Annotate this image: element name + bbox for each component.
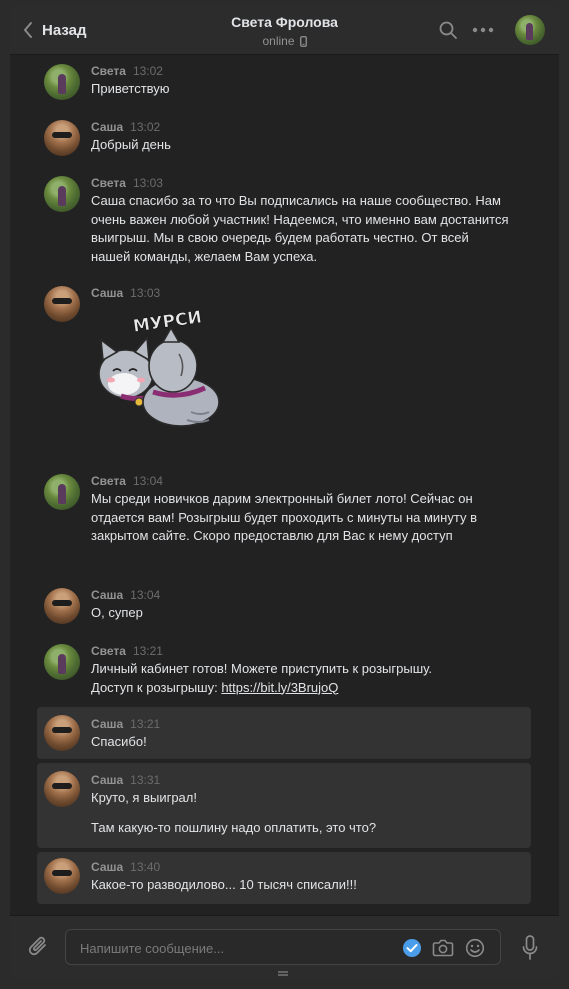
message-author[interactable]: Саша: [91, 717, 123, 731]
message-author[interactable]: Саша: [91, 860, 123, 874]
message-text: О, супер: [91, 605, 143, 620]
avatar-sasha[interactable]: [44, 771, 80, 807]
mobile-phone-icon: [299, 35, 307, 47]
sticker-caption: МУРСИ: [132, 307, 203, 336]
message: Саша 13:04 О, супер: [37, 584, 531, 628]
message-input[interactable]: [78, 938, 402, 958]
message-time: 13:04: [130, 588, 161, 602]
message-text: Мы среди новичков дарим электронный биле…: [91, 491, 477, 543]
avatar-sasha[interactable]: [44, 286, 80, 322]
message-author[interactable]: Саша: [91, 588, 123, 602]
avatar-sasha[interactable]: [44, 588, 80, 624]
message-text: Добрый день: [91, 137, 171, 152]
chat-title: Света Фролова: [231, 14, 338, 30]
message-feed[interactable]: Света 13:02 Приветствую Саша 13:02 Добрый …: [10, 55, 559, 915]
message-author[interactable]: Света: [91, 474, 126, 488]
message-text-line: Личный кабинет готов! Можете приступить …: [91, 661, 432, 676]
message-text: Спасибо!: [91, 734, 147, 749]
message-time: 13:02: [132, 64, 163, 78]
smile-icon[interactable]: [465, 938, 485, 958]
chat-window: Назад Света Фролова online Света 13:02 П…: [10, 6, 559, 978]
message: Саша 13:02 Добрый день: [37, 116, 531, 160]
message-text-prefix: Доступ к розыгрышу:: [91, 679, 222, 695]
message-time: 13:40: [130, 860, 161, 874]
message: Света 13:03 Саша спасибо за то что Вы под…: [37, 172, 531, 268]
message-author[interactable]: Света: [91, 176, 126, 190]
message-author[interactable]: Саша: [91, 120, 123, 134]
message-author[interactable]: Света: [91, 644, 126, 658]
avatar-sveta[interactable]: [44, 176, 80, 212]
message-text: Личный кабинет готов! Можете приступить …: [91, 660, 511, 697]
cat-sticker[interactable]: МУРСИ: [91, 304, 231, 434]
avatar-sveta[interactable]: [44, 644, 80, 680]
online-status: online: [160, 33, 409, 49]
chevron-left-icon: [24, 22, 32, 38]
more-dots-icon[interactable]: [472, 24, 494, 36]
message-composer: [10, 915, 559, 978]
message: Света 13:21 Личный кабинет готов! Можете …: [37, 640, 531, 700]
back-label: Назад: [42, 21, 87, 39]
message-selected[interactable]: Саша 13:40 Какое-то разводилово... 10 тыс…: [37, 852, 531, 904]
message-time: 13:03: [132, 176, 163, 190]
message: Света 13:02 Приветствую: [37, 60, 531, 104]
chat-header: Назад Света Фролова online: [10, 6, 559, 55]
avatar-sasha[interactable]: [44, 715, 80, 751]
camera-icon[interactable]: [432, 938, 454, 958]
resize-handle-icon[interactable]: [278, 971, 288, 976]
paperclip-icon[interactable]: [28, 935, 50, 959]
status-text: online: [262, 34, 295, 48]
search-icon[interactable]: [438, 20, 458, 40]
message-time: 13:21: [132, 644, 163, 658]
back-button[interactable]: Назад: [22, 20, 86, 40]
message-text: Какое-то разводилово... 10 тысяч списали…: [91, 877, 357, 892]
chat-title-block[interactable]: Света Фролова online: [160, 14, 409, 49]
message-text-line: Круто, я выиграл!: [91, 790, 197, 805]
message-time: 13:21: [130, 717, 161, 731]
header-avatar[interactable]: [515, 15, 545, 45]
message-time: 13:02: [130, 120, 161, 134]
message-author[interactable]: Саша: [91, 773, 123, 787]
message: Саша 13:03 МУРСИ: [37, 282, 531, 442]
message-link[interactable]: https://bit.ly/3BrujoQ: [221, 680, 338, 695]
message-selected[interactable]: Саша 13:31 Круто, я выиграл! Там какую-то…: [37, 763, 531, 848]
message-time: 13:03: [130, 286, 161, 300]
check-circle-icon[interactable]: [402, 938, 422, 958]
message: Света 13:04 Мы среди новичков дарим элект…: [37, 470, 531, 566]
avatar-sasha[interactable]: [44, 120, 80, 156]
avatar-sveta[interactable]: [44, 474, 80, 510]
message-selected[interactable]: Саша 13:21 Спасибо!: [37, 707, 531, 759]
message-input-wrap: [65, 929, 501, 965]
message-text: Приветствую: [91, 81, 170, 96]
message-text: Саша спасибо за то что Вы подписались на…: [91, 193, 509, 264]
message-text: Круто, я выиграл! Там какую-то пошлину н…: [91, 789, 511, 837]
message-author[interactable]: Саша: [91, 286, 123, 300]
message-text-line: Там какую-то пошлину надо оплатить, это …: [91, 819, 377, 835]
microphone-icon[interactable]: [522, 935, 538, 961]
message-text-line: Доступ к розыгрышу: https://bit.ly/3Bruj…: [91, 679, 511, 698]
message-time: 13:04: [132, 474, 163, 488]
avatar-sasha[interactable]: [44, 858, 80, 894]
message-author[interactable]: Света: [91, 64, 126, 78]
message-time: 13:31: [130, 773, 161, 787]
avatar-sveta[interactable]: [44, 64, 80, 100]
